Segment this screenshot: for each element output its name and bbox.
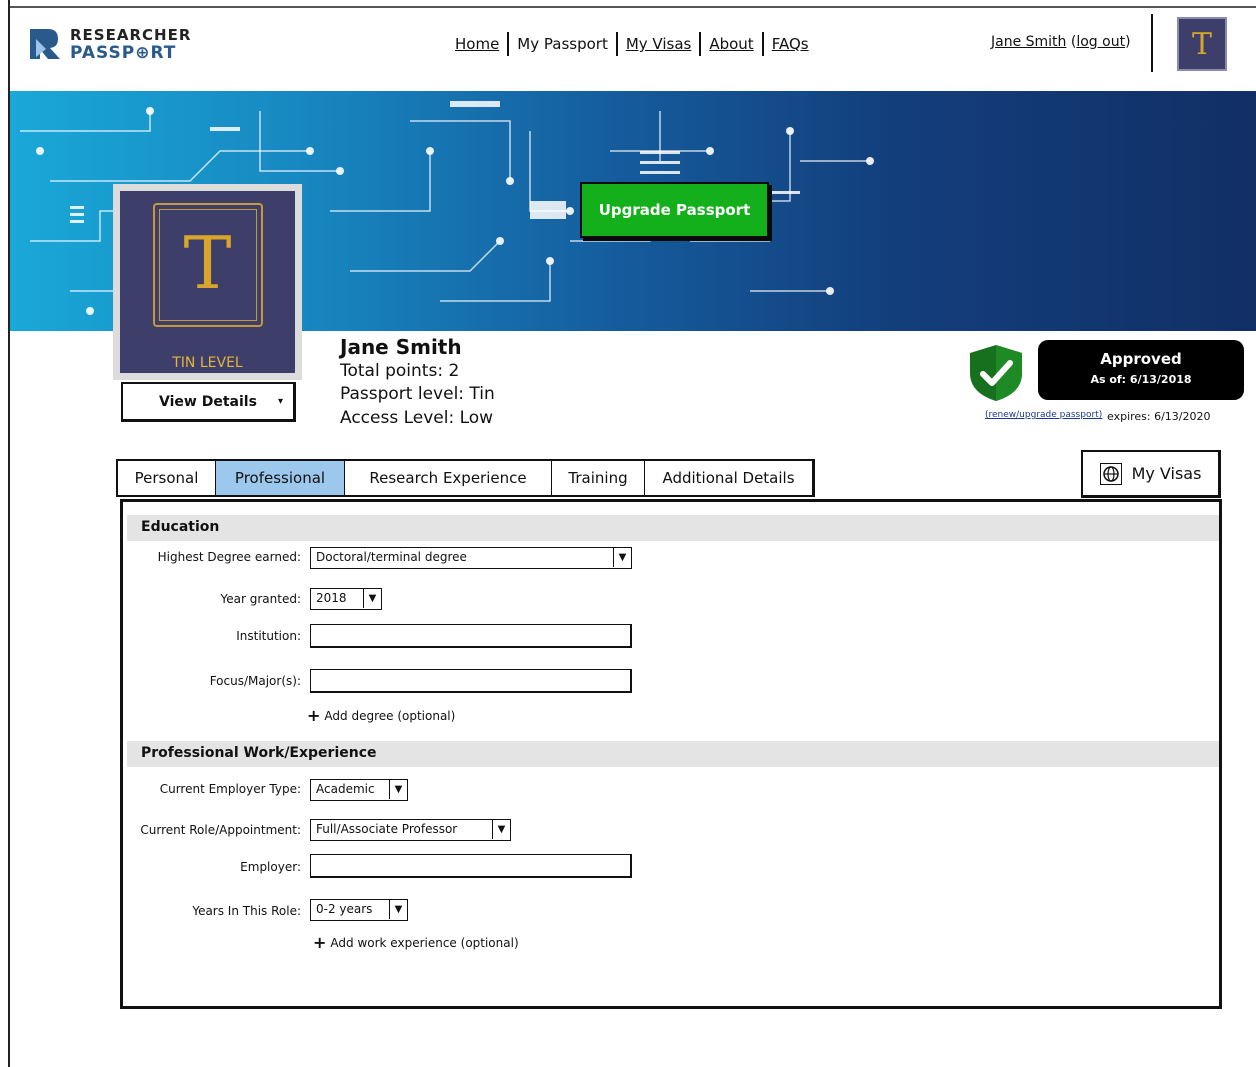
level-label: TIN LEVEL [172, 355, 243, 371]
badge-letter: T [183, 221, 232, 305]
employer-type-value: Academic [316, 782, 375, 796]
dropdown-arrow-icon: ▼ [613, 548, 631, 567]
institution-input[interactable] [310, 624, 632, 648]
employer-type-select[interactable]: Academic ▼ [310, 779, 408, 801]
plus-icon: + [307, 706, 321, 725]
total-points: Total points: 2 [340, 361, 460, 381]
tab-professional[interactable]: Professional [216, 461, 345, 495]
my-visas-label: My Visas [1131, 464, 1202, 483]
employer-type-label: Current Employer Type: [159, 782, 301, 796]
focus-major-label: Focus/Major(s): [209, 674, 301, 688]
add-work-label: Add work experience (optional) [330, 936, 519, 950]
site-logo[interactable]: RESEARCHER PASSP⊕RT [28, 26, 191, 62]
logo-icon [30, 29, 60, 59]
nav-faqs[interactable]: FAQs [764, 35, 817, 53]
employer-input[interactable] [310, 854, 632, 878]
highest-degree-select[interactable]: Doctoral/terminal degree ▼ [310, 547, 632, 569]
year-granted-select[interactable]: 2018 ▼ [310, 588, 382, 610]
access-level: Access Level: Low [340, 408, 494, 428]
globe-icon [1099, 462, 1122, 485]
passport-level: Passport level: Tin [340, 384, 495, 404]
approval-status-badge: Approved As of: 6/13/2018 [1038, 340, 1244, 400]
avatar-letter: T [1191, 26, 1212, 62]
professional-panel: Education Highest Degree earned: Doctora… [120, 499, 1222, 1009]
profile-tabs: Personal Professional Research Experienc… [116, 459, 815, 497]
years-in-role-select[interactable]: 0-2 years ▼ [310, 899, 408, 921]
nav-my-passport[interactable]: My Passport [509, 35, 616, 53]
dropdown-arrow-icon: ▼ [492, 820, 510, 839]
tab-research-experience[interactable]: Research Experience [345, 461, 552, 495]
employer-label: Employer: [240, 860, 301, 874]
highest-degree-label: Highest Degree earned: [157, 550, 301, 564]
user-separator [1151, 14, 1153, 72]
logout-paren-close: ) [1125, 34, 1131, 50]
logout-link[interactable]: log out [1076, 34, 1125, 50]
profile-name: Jane Smith [340, 335, 462, 359]
year-granted-value: 2018 [316, 591, 347, 605]
renew-upgrade-link[interactable]: (renew/upgrade passport) [985, 410, 1102, 420]
role-select[interactable]: Full/Associate Professor ▼ [310, 819, 511, 841]
chevron-down-icon: ▾ [277, 396, 283, 407]
nav-home[interactable]: Home [455, 35, 507, 53]
education-heading: Education [127, 515, 1219, 541]
add-degree-label: Add degree (optional) [324, 709, 456, 723]
plus-icon: + [313, 933, 327, 952]
tab-additional-details[interactable]: Additional Details [645, 461, 812, 495]
upgrade-passport-button[interactable]: Upgrade Passport [580, 182, 769, 238]
tab-personal[interactable]: Personal [118, 461, 216, 495]
years-in-role-label: Years In This Role: [192, 904, 301, 918]
year-granted-label: Year granted: [220, 592, 301, 606]
logo-line-2: PASSP⊕RT [70, 43, 177, 63]
tab-training[interactable]: Training [552, 461, 645, 495]
view-details-label: View Details [159, 393, 257, 410]
dropdown-arrow-icon: ▼ [389, 900, 407, 919]
window-top-border [8, 6, 1256, 8]
add-degree-link[interactable]: + Add degree (optional) [307, 706, 456, 725]
years-in-role-value: 0-2 years [316, 902, 373, 916]
expiry-date: expires: 6/13/2020 [1107, 410, 1211, 423]
focus-major-input[interactable] [310, 669, 632, 693]
user-name-link[interactable]: Jane Smith [991, 34, 1066, 50]
work-heading: Professional Work/Experience [127, 741, 1219, 767]
add-work-experience-link[interactable]: + Add work experience (optional) [313, 933, 519, 952]
main-nav: Home My Passport My Visas About FAQs [455, 32, 817, 56]
my-visas-button[interactable]: My Visas [1081, 450, 1221, 498]
institution-label: Institution: [236, 629, 301, 643]
approved-date: As of: 6/13/2018 [1090, 373, 1192, 386]
tin-badge-image: T TIN LEVEL [120, 191, 295, 373]
nav-my-visas[interactable]: My Visas [618, 35, 700, 53]
avatar[interactable]: T [1177, 17, 1227, 71]
shield-check-icon [970, 345, 1022, 401]
role-label: Current Role/Appointment: [140, 823, 301, 837]
user-bar: Jane Smith (log out) [991, 34, 1131, 50]
logo-line-1: RESEARCHER [70, 26, 192, 44]
dropdown-arrow-icon: ▼ [389, 780, 407, 799]
nav-about[interactable]: About [701, 35, 761, 53]
dropdown-arrow-icon: ▼ [363, 589, 381, 608]
highest-degree-value: Doctoral/terminal degree [316, 550, 467, 564]
passport-level-card: T TIN LEVEL [113, 184, 302, 380]
view-details-dropdown[interactable]: View Details ▾ [121, 382, 296, 422]
role-value: Full/Associate Professor [316, 822, 458, 836]
approved-label: Approved [1100, 350, 1182, 368]
